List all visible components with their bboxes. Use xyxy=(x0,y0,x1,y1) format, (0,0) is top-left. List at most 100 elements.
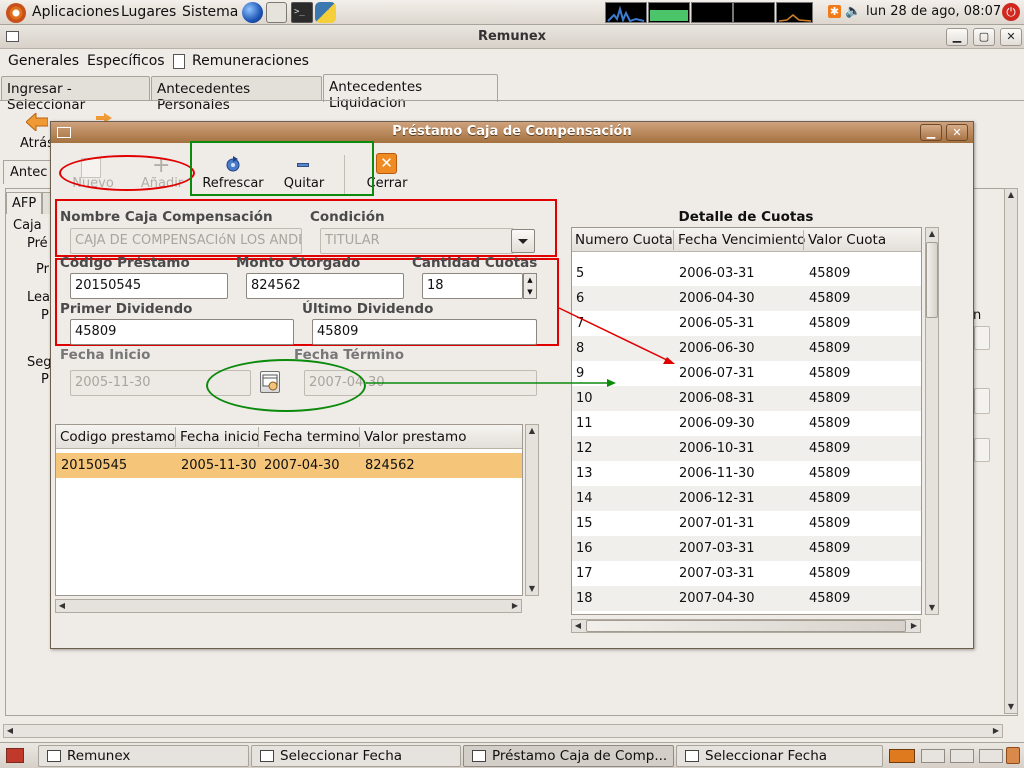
python-icon[interactable] xyxy=(315,2,336,23)
scroll-right-icon[interactable]: ▶ xyxy=(908,620,920,632)
table-row[interactable]: 16 2007-03-31 45809 xyxy=(572,536,921,561)
prestamos-horizontal-scrollbar[interactable]: ◀ ▶ xyxy=(55,599,522,613)
workspace-3[interactable] xyxy=(950,749,974,763)
scroll-down-icon[interactable]: ▼ xyxy=(1005,701,1017,713)
main-horizontal-scrollbar[interactable]: ◀ ▶ xyxy=(3,724,1003,738)
table-row[interactable]: 13 2006-11-30 45809 xyxy=(572,461,921,486)
table-row[interactable]: 12 2006-10-31 45809 xyxy=(572,436,921,461)
table-row[interactable]: 7 2006-05-31 45809 xyxy=(572,311,921,336)
col-codigo-prestamo[interactable]: Codigo prestamo xyxy=(60,429,175,445)
subtab-afp[interactable]: AFP xyxy=(6,192,42,214)
load-monitor-icon[interactable] xyxy=(776,2,813,23)
scroll-down-icon[interactable]: ▼ xyxy=(926,602,938,614)
annotation-green-box-toolbar xyxy=(190,141,374,196)
dialog-close-button[interactable]: ✕ xyxy=(946,124,968,141)
close-button[interactable]: ✕ xyxy=(1000,28,1022,46)
table-row[interactable]: 5 2006-03-31 45809 xyxy=(572,261,921,286)
table-row[interactable]: 20150545 2005-11-30 2007-04-30 824562 xyxy=(56,453,522,478)
menu-lugares[interactable]: Lugares xyxy=(121,4,176,20)
taskbar-remunex[interactable]: Remunex xyxy=(38,745,249,767)
volume-icon[interactable]: 🔈 xyxy=(845,4,861,19)
condicion-dropdown-button[interactable] xyxy=(511,229,535,253)
back-arrow-icon[interactable] xyxy=(26,113,48,131)
scroll-thumb[interactable] xyxy=(586,620,906,632)
update-notifier-icon[interactable]: ✱ xyxy=(828,5,841,18)
subtab-antecedentes[interactable]: Antec xyxy=(3,160,51,184)
network-monitor-icon[interactable] xyxy=(691,2,733,23)
nombre-caja-field[interactable]: CAJA DE COMPENSACIóN LOS ANDES xyxy=(70,228,302,254)
scroll-thumb[interactable] xyxy=(926,242,938,318)
table-row[interactable]: 18 2007-04-30 45809 xyxy=(572,586,921,611)
workspace-1[interactable] xyxy=(889,749,915,763)
scroll-right-icon[interactable]: ▶ xyxy=(990,725,1002,737)
cuotas-vertical-scrollbar[interactable]: ▲ ▼ xyxy=(925,227,939,615)
scroll-up-icon[interactable]: ▲ xyxy=(1005,189,1017,201)
col-numero-cuota[interactable]: Numero Cuota xyxy=(575,232,673,248)
tab-ingresar-seleccionar[interactable]: Ingresar - Seleccionar xyxy=(1,76,150,113)
cuotas-horizontal-scrollbar[interactable]: ◀ ▶ xyxy=(571,619,921,633)
prestamos-table[interactable]: Codigo prestamo Fecha inicio Fecha termi… xyxy=(55,424,523,596)
cuotas-table[interactable]: Numero Cuota Fecha Vencimiento Valor Cuo… xyxy=(571,227,922,615)
memory-monitor-icon[interactable] xyxy=(648,2,690,23)
cell-numero: 10 xyxy=(576,391,593,406)
menu-remuneraciones[interactable]: Remuneraciones xyxy=(192,53,309,69)
taskbar-prestamo-caja[interactable]: Préstamo Caja de Comp... xyxy=(463,745,674,767)
tab-antecedentes-liquidacion[interactable]: Antecedentes Liquidacion xyxy=(323,74,498,111)
table-row[interactable]: 17 2007-03-31 45809 xyxy=(572,561,921,586)
cpu-monitor-icon[interactable] xyxy=(605,2,647,24)
scroll-right-icon[interactable]: ▶ xyxy=(509,600,521,612)
table-row[interactable]: 8 2006-06-30 45809 xyxy=(572,336,921,361)
prestamos-vertical-scrollbar[interactable]: ▲ ▼ xyxy=(525,424,539,596)
scroll-left-icon[interactable]: ◀ xyxy=(56,600,68,612)
bg-input-2[interactable] xyxy=(974,438,990,462)
ultimo-dividendo-field[interactable]: 45809 xyxy=(312,319,537,345)
maximize-button[interactable]: ▢ xyxy=(973,28,995,46)
col-fecha-vencimiento[interactable]: Fecha Vencimiento xyxy=(678,232,805,248)
table-row[interactable]: 11 2006-09-30 45809 xyxy=(572,411,921,436)
bg-combo[interactable] xyxy=(974,388,990,414)
taskbar-seleccionar-fecha-2[interactable]: Seleccionar Fecha xyxy=(676,745,883,767)
web-browser-icon[interactable] xyxy=(242,2,263,23)
terminal-icon[interactable] xyxy=(291,2,313,23)
scroll-left-icon[interactable]: ◀ xyxy=(572,620,584,632)
menu-sistema[interactable]: Sistema xyxy=(182,4,238,20)
scroll-up-icon[interactable]: ▲ xyxy=(526,425,538,437)
table-row[interactable]: 10 2006-08-31 45809 xyxy=(572,386,921,411)
ubuntu-logo-icon[interactable] xyxy=(6,3,26,23)
scroll-down-icon[interactable]: ▼ xyxy=(526,583,538,595)
scroll-up-icon[interactable]: ▲ xyxy=(926,228,938,240)
monto-otorgado-field[interactable]: 824562 xyxy=(246,273,404,299)
codigo-prestamo-field[interactable]: 20150545 xyxy=(70,273,228,299)
cantidad-cuotas-spinner[interactable]: 18 xyxy=(422,273,523,299)
col-valor-prestamo[interactable]: Valor prestamo xyxy=(364,429,466,445)
table-row[interactable]: 9 2006-07-31 45809 xyxy=(572,361,921,386)
main-vertical-scrollbar[interactable]: ▲ ▼ xyxy=(1004,188,1018,714)
minimize-button[interactable]: ▁ xyxy=(946,28,968,46)
condicion-combo[interactable]: TITULAR xyxy=(320,228,514,254)
mail-client-icon[interactable] xyxy=(266,2,287,23)
menu-generales[interactable]: Generales xyxy=(8,53,79,69)
tab-antecedentes-personales[interactable]: Antecedentes Personales xyxy=(151,76,322,113)
cell-valor: 45809 xyxy=(809,416,851,431)
col-fecha-termino[interactable]: Fecha termino xyxy=(263,429,360,445)
panel-clock[interactable]: lun 28 de ago, 08:07 xyxy=(866,4,1001,19)
taskbar-seleccionar-fecha-1[interactable]: Seleccionar Fecha xyxy=(251,745,461,767)
swap-monitor-icon[interactable] xyxy=(733,2,775,23)
scroll-left-icon[interactable]: ◀ xyxy=(4,725,16,737)
workspace-2[interactable] xyxy=(921,749,945,763)
power-icon[interactable]: ⏻ xyxy=(1002,3,1020,21)
table-row[interactable]: 15 2007-01-31 45809 xyxy=(572,511,921,536)
menu-especificos[interactable]: Específicos xyxy=(87,53,165,69)
table-row[interactable]: 14 2006-12-31 45809 xyxy=(572,486,921,511)
menu-aplicaciones[interactable]: Aplicaciones xyxy=(32,4,119,20)
workspace-4[interactable] xyxy=(979,749,1003,763)
col-fecha-inicio[interactable]: Fecha inicio xyxy=(180,429,259,445)
col-valor-cuota[interactable]: Valor Cuota xyxy=(808,232,886,248)
trash-icon[interactable] xyxy=(1006,747,1020,764)
table-row[interactable]: 6 2006-04-30 45809 xyxy=(572,286,921,311)
bg-input-1[interactable] xyxy=(974,326,990,350)
primer-dividendo-field[interactable]: 45809 xyxy=(70,319,294,345)
cantidad-cuotas-stepper[interactable]: ▲ ▼ xyxy=(523,273,537,299)
dialog-minimize-button[interactable]: ▁ xyxy=(920,124,942,141)
show-desktop-icon[interactable] xyxy=(6,748,24,763)
